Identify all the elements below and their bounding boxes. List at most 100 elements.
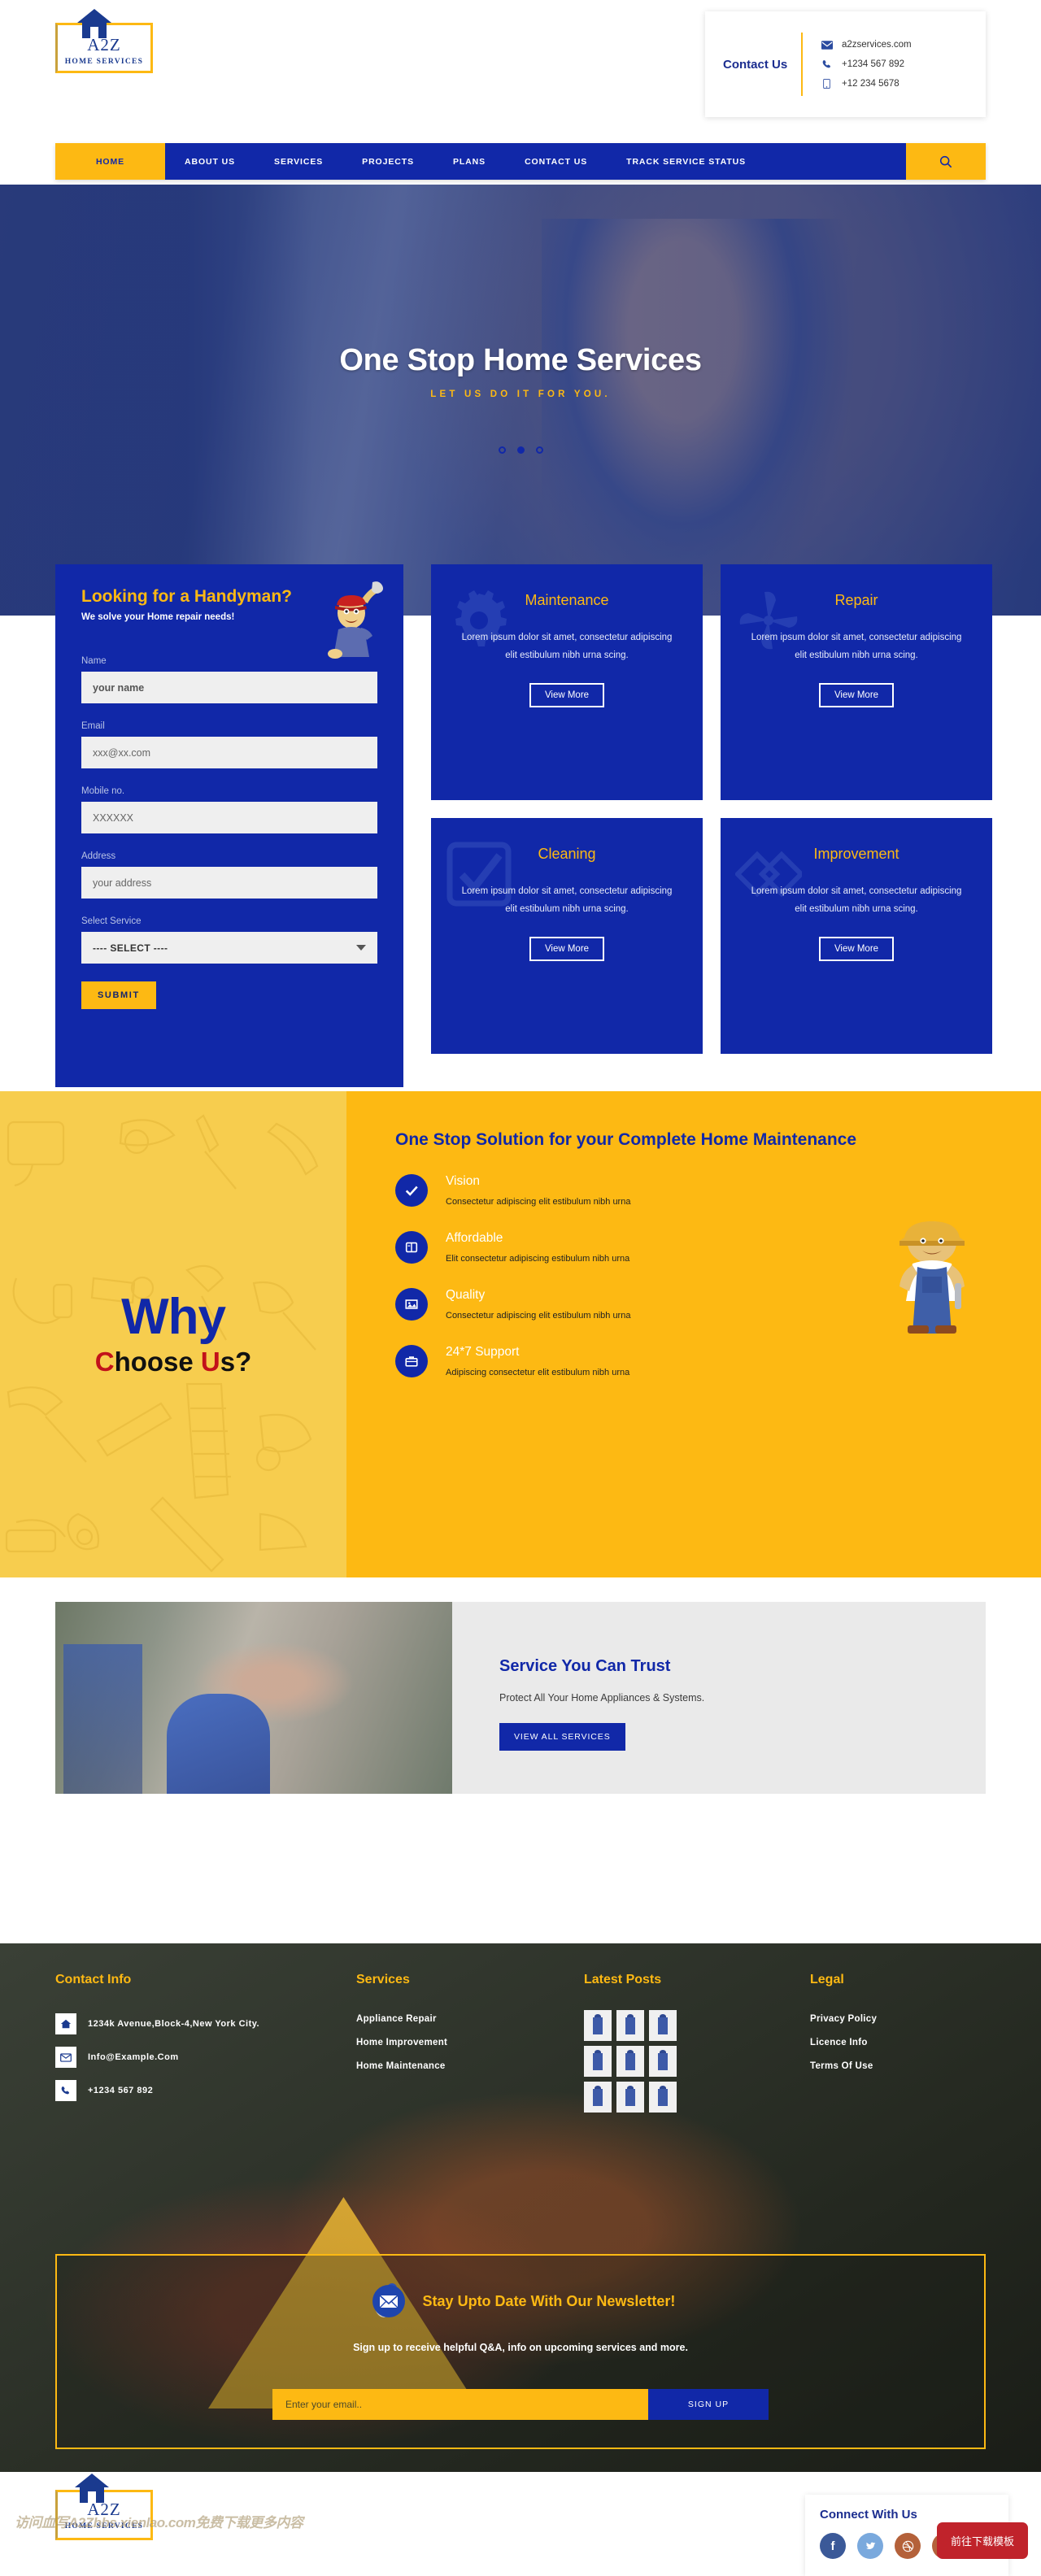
- handyman-illustration: [319, 579, 385, 660]
- contact-email-text: a2zservices.com: [842, 40, 912, 50]
- carousel-dot-3[interactable]: [535, 446, 543, 454]
- feature-heading: Vision: [446, 1174, 480, 1188]
- check-circle-icon: [395, 1174, 428, 1207]
- why-choose-us-content: One Stop Solution for your Complete Home…: [346, 1091, 1041, 1577]
- footer-link-licence-info[interactable]: Licence Info: [810, 2038, 973, 2047]
- site-footer: Contact Info 1234k Avenue,Block-4,New Yo…: [0, 1943, 1041, 2472]
- footer-phone-row[interactable]: +1234 567 892: [55, 2080, 356, 2101]
- service-select[interactable]: ---- SELECT ----: [81, 932, 377, 964]
- carousel-dot-2[interactable]: [516, 446, 525, 454]
- post-thumbnail[interactable]: [616, 2046, 644, 2077]
- mascot-illustration: [883, 1213, 981, 1335]
- site-logo[interactable]: A2Z HOME SERVICES: [55, 9, 153, 73]
- post-thumbnail[interactable]: [649, 2082, 677, 2113]
- card-title: Improvement: [813, 846, 899, 862]
- contact-us-card: Contact Us a2zservices.com +1234 567 892…: [705, 11, 986, 117]
- footer-link-home-maintenance[interactable]: Home Maintenance: [356, 2061, 584, 2071]
- service-card-cleaning[interactable]: Cleaning Lorem ipsum dolor sit amet, con…: [431, 818, 703, 1054]
- service-card-improvement[interactable]: Improvement Lorem ipsum dolor sit amet, …: [721, 818, 992, 1054]
- card-title: Maintenance: [525, 592, 609, 608]
- field-label-address: Address: [81, 851, 116, 861]
- contact-phone-row[interactable]: +1234 567 892: [821, 59, 912, 69]
- footer-address-row: 1234k Avenue,Block-4,New York City.: [55, 2013, 356, 2034]
- footer-logo[interactable]: A2Z HOME SERVICES: [55, 2474, 153, 2540]
- post-thumbnail[interactable]: [584, 2082, 612, 2113]
- service-card-repair[interactable]: Repair Lorem ipsum dolor sit amet, conse…: [721, 564, 992, 800]
- dribbble-icon[interactable]: [895, 2533, 921, 2559]
- footer-posts-column: Latest Posts: [584, 1973, 810, 2113]
- field-label-select-service: Select Service: [81, 916, 142, 926]
- footer-link-home-improvement[interactable]: Home Improvement: [356, 2038, 584, 2047]
- footer-link-appliance-repair[interactable]: Appliance Repair: [356, 2014, 584, 2024]
- footer-contact-heading: Contact Info: [55, 1973, 132, 1986]
- post-thumbnail[interactable]: [649, 2010, 677, 2041]
- search-icon[interactable]: [906, 143, 986, 180]
- phone-icon: [821, 59, 833, 69]
- newsletter-subtitle: Sign up to receive helpful Q&A, info on …: [353, 2342, 688, 2353]
- contact-mobile-row[interactable]: +12 234 5678: [821, 79, 912, 89]
- feature-support: 24*7 Support Adipiscing consectetur elit…: [395, 1345, 1041, 1377]
- view-all-services-button[interactable]: VIEW ALL SERVICES: [499, 1723, 625, 1751]
- post-thumbnail[interactable]: [616, 2010, 644, 2041]
- post-thumbnail[interactable]: [584, 2010, 612, 2041]
- post-thumbnail[interactable]: [616, 2082, 644, 2113]
- address-input[interactable]: [81, 867, 377, 899]
- carousel-dot-1[interactable]: [498, 446, 506, 454]
- feature-heading: Affordable: [446, 1231, 503, 1245]
- logo-tagline: HOME SERVICES: [64, 2522, 144, 2530]
- carousel-dots: [0, 446, 1041, 454]
- view-more-button[interactable]: View More: [818, 682, 895, 707]
- choose-us-s: s?: [220, 1346, 252, 1377]
- footer-email-text: Info@Example.Com: [88, 2052, 179, 2062]
- footer-services-heading: Services: [356, 1973, 410, 1986]
- nav-item-projects[interactable]: PROJECTS: [342, 143, 433, 180]
- view-more-button[interactable]: View More: [818, 936, 895, 961]
- hero-overlay: [0, 185, 1041, 616]
- feature-text: Adipiscing consectetur elit estibulum ni…: [446, 1368, 630, 1377]
- newsletter-email-input[interactable]: [272, 2389, 648, 2420]
- nav-item-home[interactable]: HOME: [55, 143, 165, 180]
- email-input[interactable]: [81, 737, 377, 768]
- newsletter-signup-button[interactable]: SIGN UP: [648, 2389, 769, 2420]
- card-description: Lorem ipsum dolor sit amet, consectetur …: [751, 633, 962, 661]
- field-label-email: Email: [81, 721, 105, 731]
- mobile-input[interactable]: [81, 802, 377, 833]
- choose-us-word: Choose Us?: [95, 1348, 252, 1375]
- why-word: Why: [121, 1289, 226, 1346]
- post-thumbnail[interactable]: [584, 2046, 612, 2077]
- newsletter-signup: Stay Upto Date With Our Newsletter! Sign…: [55, 2254, 986, 2449]
- nav-item-about-us[interactable]: ABOUT US: [165, 143, 255, 180]
- download-template-badge[interactable]: 前往下载模板: [936, 2522, 1028, 2559]
- trust-heading: Service You Can Trust: [499, 1657, 671, 1675]
- footer-link-privacy-policy[interactable]: Privacy Policy: [810, 2014, 973, 2024]
- contact-phone-text: +1234 567 892: [842, 59, 905, 69]
- trust-photo: [55, 1602, 452, 1794]
- service-card-maintenance[interactable]: Maintenance Lorem ipsum dolor sit amet, …: [431, 564, 703, 800]
- name-input[interactable]: [81, 672, 377, 703]
- view-more-button[interactable]: View More: [529, 936, 605, 961]
- mobile-icon: [821, 79, 833, 89]
- feature-text: Consectetur adipiscing elit estibulum ni…: [446, 1197, 631, 1207]
- bottom-bar: A2Z HOME SERVICES 访问血写A2Zbbs.xienlao.com…: [0, 2472, 1041, 2576]
- footer-contact-column: Contact Info 1234k Avenue,Block-4,New Yo…: [55, 1973, 356, 2113]
- footer-link-terms-of-use[interactable]: Terms Of Use: [810, 2061, 973, 2071]
- footer-email-row[interactable]: Info@Example.Com: [55, 2047, 356, 2068]
- hero-banner: One Stop Home Services LET US DO IT FOR …: [0, 185, 1041, 616]
- card-title: Cleaning: [538, 846, 596, 862]
- contact-email-row[interactable]: a2zservices.com: [821, 40, 912, 50]
- view-more-button[interactable]: View More: [529, 682, 605, 707]
- quote-and-services-section: Looking for a Handyman? We solve your Ho…: [0, 553, 1041, 1087]
- nav-item-track-service-status[interactable]: TRACK SERVICE STATUS: [607, 143, 765, 180]
- submit-button[interactable]: SUBMIT: [81, 981, 156, 1009]
- field-label-mobile: Mobile no.: [81, 786, 125, 796]
- twitter-icon[interactable]: [857, 2533, 883, 2559]
- contact-us-title: Contact Us: [723, 57, 788, 72]
- nav-item-contact-us[interactable]: CONTACT US: [505, 143, 607, 180]
- logo-tagline: HOME SERVICES: [64, 58, 144, 66]
- facebook-icon[interactable]: f: [820, 2533, 846, 2559]
- nav-item-plans[interactable]: PLANS: [433, 143, 505, 180]
- footer-posts-heading: Latest Posts: [584, 1973, 662, 1986]
- post-thumbnail[interactable]: [649, 2046, 677, 2077]
- nav-item-services[interactable]: SERVICES: [255, 143, 342, 180]
- image-icon: [395, 1288, 428, 1321]
